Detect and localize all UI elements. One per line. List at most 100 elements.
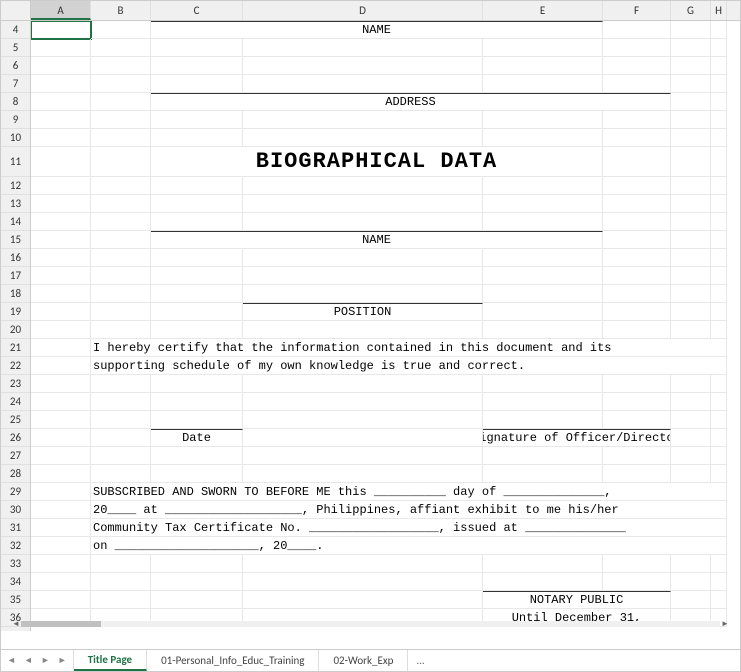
cell-empty[interactable] [711, 393, 727, 411]
cell-empty[interactable] [711, 285, 727, 303]
cell-empty[interactable] [671, 591, 711, 609]
cell-empty[interactable] [31, 285, 91, 303]
cell-empty[interactable] [31, 111, 91, 129]
row-header-30[interactable]: 30 [1, 501, 30, 519]
cell-A4[interactable] [31, 21, 91, 39]
cell[interactable] [91, 429, 151, 447]
cell-empty[interactable] [671, 303, 711, 321]
sub-line-4[interactable]: on ____________________, 20____. [91, 537, 727, 555]
label-address[interactable]: ADDRESS [151, 93, 671, 111]
cell[interactable] [31, 303, 91, 321]
col-header-H[interactable]: H [711, 1, 727, 20]
cell-empty[interactable] [603, 447, 671, 465]
cell[interactable] [31, 93, 91, 111]
cell-empty[interactable] [671, 285, 711, 303]
cell-empty[interactable] [243, 195, 483, 213]
cell-empty[interactable] [603, 39, 671, 57]
cell[interactable] [31, 339, 91, 357]
cell-empty[interactable] [31, 129, 91, 147]
cell[interactable] [31, 537, 91, 555]
row-header-25[interactable]: 25 [1, 411, 30, 429]
cell-empty[interactable] [151, 57, 243, 75]
cell-empty[interactable] [603, 393, 671, 411]
cell-empty[interactable] [483, 447, 603, 465]
nav-first-icon[interactable]: ◄ [7, 655, 16, 666]
col-header-F[interactable]: F [603, 1, 671, 20]
row-header-24[interactable]: 24 [1, 393, 30, 411]
col-header-A[interactable]: A [31, 1, 91, 20]
cell-empty[interactable] [711, 411, 727, 429]
cell-empty[interactable] [711, 195, 727, 213]
cell-empty[interactable] [483, 195, 603, 213]
cell-empty[interactable] [243, 57, 483, 75]
cell-empty[interactable] [151, 75, 243, 93]
row-header-8[interactable]: 8 [1, 93, 30, 111]
label-date[interactable]: Date [151, 429, 243, 447]
cell-empty[interactable] [243, 249, 483, 267]
cell-empty[interactable] [603, 285, 671, 303]
cell-empty[interactable] [243, 465, 483, 483]
cell[interactable] [243, 591, 483, 609]
cell-empty[interactable] [31, 465, 91, 483]
cell-empty[interactable] [671, 249, 711, 267]
cell-empty[interactable] [91, 129, 151, 147]
cell-empty[interactable] [91, 39, 151, 57]
cell-empty[interactable] [31, 195, 91, 213]
label-signature[interactable]: Signature of Officer/Director [483, 429, 671, 447]
row-header-4[interactable]: 4 [1, 21, 30, 39]
cell-empty[interactable] [483, 573, 603, 591]
cell-empty[interactable] [151, 213, 243, 231]
cell-empty[interactable] [483, 75, 603, 93]
cell-empty[interactable] [603, 75, 671, 93]
cell[interactable] [91, 303, 151, 321]
row-header-5[interactable]: 5 [1, 39, 30, 57]
cell-empty[interactable] [243, 285, 483, 303]
cell-empty[interactable] [151, 111, 243, 129]
cell-empty[interactable] [671, 231, 711, 249]
cell-empty[interactable] [483, 555, 603, 573]
scroll-right-icon[interactable]: ► [720, 619, 730, 629]
cell[interactable] [31, 147, 91, 177]
cell[interactable] [31, 429, 91, 447]
cell-empty[interactable] [31, 267, 91, 285]
cell-empty[interactable] [711, 447, 727, 465]
cell-empty[interactable] [483, 39, 603, 57]
sheet-nav-buttons[interactable]: ◄ ◄ ► ► [1, 650, 74, 671]
cell-empty[interactable] [603, 129, 671, 147]
row-header-11[interactable]: 11 [1, 147, 30, 177]
cell-empty[interactable] [671, 393, 711, 411]
cell-empty[interactable] [671, 111, 711, 129]
cell-empty[interactable] [711, 249, 727, 267]
cell-empty[interactable] [243, 393, 483, 411]
row-header-28[interactable]: 28 [1, 465, 30, 483]
cell-empty[interactable] [31, 177, 91, 195]
cell-empty[interactable] [91, 411, 151, 429]
cell[interactable] [243, 429, 483, 447]
cell-empty[interactable] [603, 555, 671, 573]
select-all-corner[interactable] [1, 1, 31, 20]
cell-empty[interactable] [243, 213, 483, 231]
cell-empty[interactable] [31, 573, 91, 591]
cell-empty[interactable] [151, 39, 243, 57]
cell-empty[interactable] [671, 177, 711, 195]
cell-empty[interactable] [243, 111, 483, 129]
cell-empty[interactable] [671, 93, 711, 111]
cell[interactable] [91, 147, 151, 177]
row-header-19[interactable]: 19 [1, 303, 30, 321]
col-header-E[interactable]: E [483, 1, 603, 20]
cell-empty[interactable] [711, 231, 727, 249]
cell-empty[interactable] [91, 285, 151, 303]
row-header-7[interactable]: 7 [1, 75, 30, 93]
cell-empty[interactable] [671, 75, 711, 93]
cell-empty[interactable] [711, 39, 727, 57]
cell-empty[interactable] [151, 195, 243, 213]
cell-empty[interactable] [243, 39, 483, 57]
cell-empty[interactable] [603, 213, 671, 231]
cell-empty[interactable] [151, 573, 243, 591]
cert-line-2[interactable]: supporting schedule of my own knowledge … [91, 357, 727, 375]
cell-empty[interactable] [483, 267, 603, 285]
cell-empty[interactable] [31, 555, 91, 573]
cell[interactable] [91, 21, 151, 39]
cell-empty[interactable] [603, 147, 671, 177]
cell-empty[interactable] [603, 267, 671, 285]
